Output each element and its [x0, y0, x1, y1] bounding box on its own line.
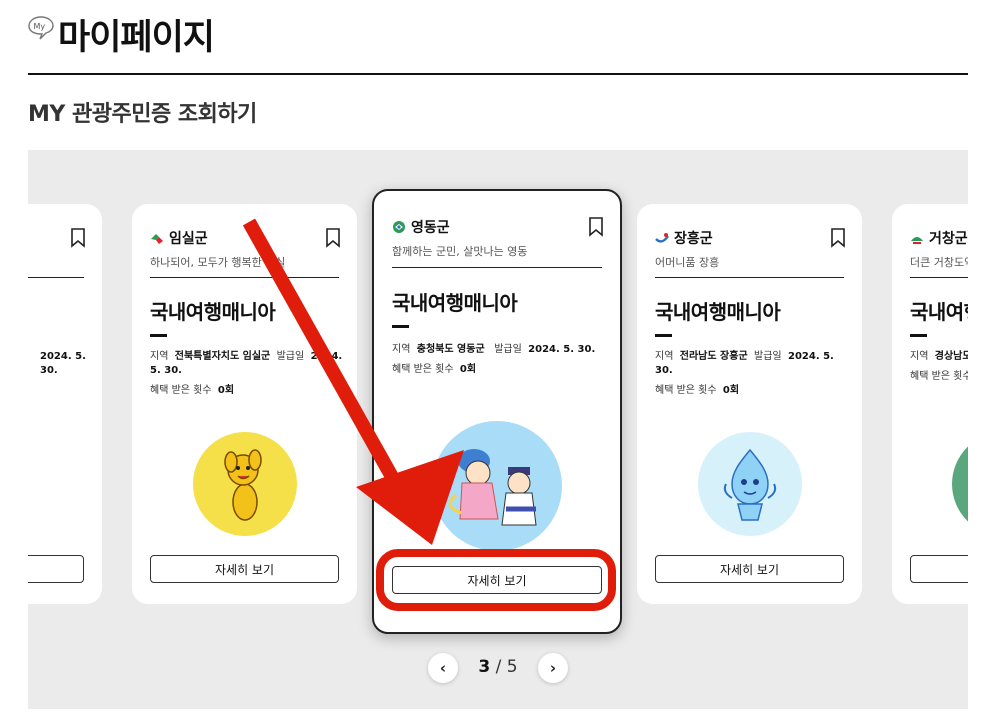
imsil-logo-icon	[151, 234, 163, 244]
detail-button[interactable]	[28, 555, 84, 583]
region-label: 지역	[910, 351, 929, 362]
benefit-count-label: 혜택 받은 횟수	[655, 385, 717, 396]
benefit-count-value: 0회	[459, 364, 477, 375]
region-value: 경상남도 거창군	[934, 351, 968, 362]
card-dash	[150, 334, 167, 337]
card-badge-title: 국내여행매니아	[392, 291, 518, 315]
card-region-name: 거창군	[929, 231, 968, 247]
page-counter: 3 / 5	[470, 657, 526, 677]
region-label: 지역	[655, 351, 674, 362]
mascot-circle	[697, 432, 802, 536]
card-partial-left[interactable]: 2024. 5. 30.	[28, 204, 102, 604]
card-region-name: 임실군	[169, 231, 208, 247]
card-imsil[interactable]: 임실군 하나되어, 모두가 행복한 임실 국내여행매니아 지역 전북특별자치도 …	[132, 204, 357, 604]
card-region-name: 영동군	[411, 220, 450, 236]
mascot-water-drop-icon	[723, 448, 776, 521]
page-separator: /	[495, 657, 502, 677]
card-region: 거창군	[910, 228, 968, 248]
card-divider	[150, 277, 339, 278]
bookmark-icon[interactable]	[325, 228, 341, 248]
issue-date-value: 2024. 5. 30.	[528, 344, 596, 355]
benefit-count-label: 혜택 받은 횟수	[150, 385, 212, 396]
tourist-id-carousel[interactable]: 2024. 5. 30. 임실군 하나되어, 모두가 행복한 임실 국내여행매니…	[28, 150, 968, 709]
card-slogan: 어머니품 장흥	[655, 256, 720, 269]
card-slogan: 더큰 거창도약	[910, 256, 968, 269]
chevron-left-icon[interactable]: ‹	[428, 653, 458, 683]
my-speech-bubble-icon: My	[28, 16, 54, 40]
mascot-dog-icon	[223, 449, 262, 521]
bookmark-icon[interactable]	[70, 228, 86, 248]
current-page: 3	[478, 657, 491, 677]
card-dash	[655, 334, 672, 337]
section-title: MY 관광주민증 조회하기	[28, 102, 257, 127]
card-region: 장흥군	[655, 228, 713, 248]
card-divider	[392, 267, 602, 268]
benefit-count-label: 혜택 받은 횟수	[910, 371, 968, 382]
region-value: 전라남도 장흥군	[679, 351, 748, 362]
benefit-count-label: 혜택 받은 횟수	[392, 364, 454, 375]
issue-date-label: 발급일	[494, 344, 522, 355]
benefit-count-value: 0회	[722, 385, 740, 396]
detail-button[interactable]: 자세히 보기	[655, 555, 844, 583]
mascot-circle	[952, 432, 968, 536]
card-slogan: 하나되어, 모두가 행복한 임실	[150, 256, 286, 269]
geochang-logo-icon	[911, 237, 923, 244]
card-jangheung[interactable]: 장흥군 어머니품 장흥 국내여행매니아 지역 전라남도 장흥군 발급일 2024…	[637, 204, 862, 604]
card-divider	[910, 277, 968, 278]
card-geochang[interactable]: 거창군 더큰 거창도약 국내여행 지역 경상남도 거창군 혜택 받은 횟수	[892, 204, 968, 604]
card-region-name: 장흥군	[674, 231, 713, 247]
card-info: 2024. 5. 30.	[28, 350, 92, 384]
card-info: 지역 충청북도 영동군 발급일 2024. 5. 30. 혜택 받은 횟수 0회	[392, 343, 610, 383]
card-slogan: 함께하는 군민, 살맛나는 영동	[392, 245, 528, 258]
card-region: 영동군	[392, 217, 450, 237]
card-dash	[910, 334, 927, 337]
card-dash	[392, 325, 409, 328]
issue-date-label: 발급일	[276, 351, 305, 362]
yeongdong-logo-icon	[393, 221, 405, 233]
mascot-circle	[192, 432, 297, 536]
total-pages: 5	[506, 657, 518, 677]
card-divider	[655, 277, 844, 278]
jangheung-logo-icon	[655, 233, 669, 243]
detail-button[interactable]	[910, 555, 968, 583]
region-label: 지역	[150, 351, 169, 362]
region-value: 충청북도 영동군	[416, 344, 485, 355]
card-divider	[28, 277, 84, 278]
card-info: 지역 경상남도 거창군 혜택 받은 횟수	[910, 350, 968, 390]
card-info: 지역 전라남도 장흥군 발급일 2024. 5. 30. 혜택 받은 횟수 0회	[655, 350, 852, 404]
chevron-right-icon[interactable]: ›	[538, 653, 568, 683]
mascot-characters-icon	[448, 449, 537, 526]
card-badge-title: 국내여행	[910, 300, 968, 324]
carousel-pager: ‹ 3 / 5 ›	[428, 652, 568, 684]
benefit-count-value: 0회	[217, 385, 235, 396]
card-info: 지역 전북특별자치도 임실군 발급일 2024. 5. 30. 혜택 받은 횟수…	[150, 350, 347, 404]
card-badge-title: 국내여행매니아	[655, 300, 781, 324]
detail-button[interactable]: 자세히 보기	[150, 555, 339, 583]
card-region: 임실군	[150, 228, 208, 248]
page-title: 마이페이지	[58, 18, 215, 58]
mascot-circle	[432, 421, 562, 551]
my-icon-text: My	[34, 22, 46, 31]
bookmark-icon[interactable]	[830, 228, 846, 248]
card-badge-title: 국내여행매니아	[150, 300, 276, 324]
annotation-highlight-ring	[376, 549, 616, 611]
issue-date-label: 발급일	[754, 351, 782, 362]
issue-date-value: 2024. 5. 30.	[40, 351, 86, 376]
region-label: 지역	[392, 344, 411, 355]
region-value: 전북특별자치도 임실군	[174, 351, 271, 362]
bookmark-icon[interactable]	[588, 217, 604, 237]
title-divider	[28, 73, 968, 75]
page-header: My 마이페이지	[28, 14, 215, 62]
